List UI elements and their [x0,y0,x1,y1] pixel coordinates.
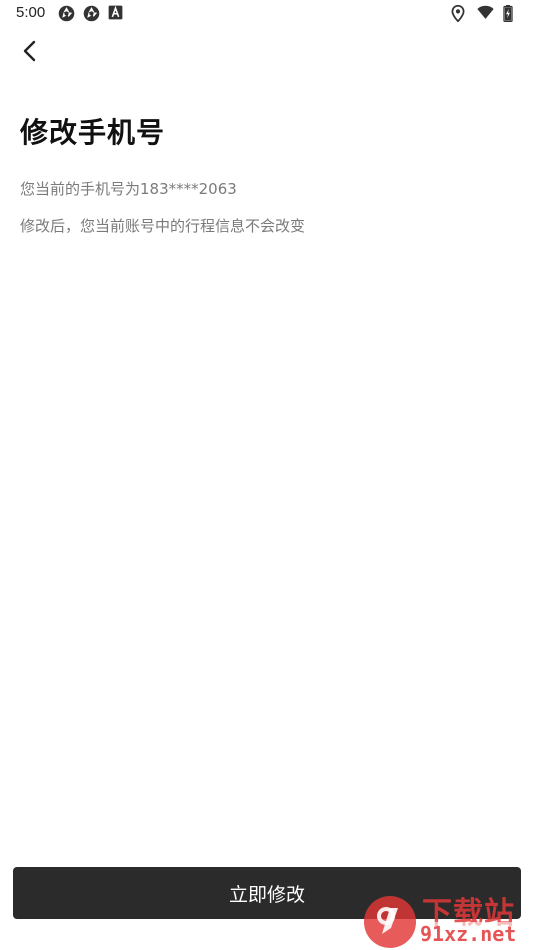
aperture-icon [58,5,75,22]
chevron-left-icon [22,40,36,66]
watermark: 下载站 91xz.net [358,886,534,950]
status-time: 5:00 [16,4,46,21]
font-a-icon [108,5,125,22]
status-bar: 5:00 [0,0,534,28]
screen: 5:00 修改手机号 您当前的手机号为183****2063 修改后，您当前账号… [0,0,534,950]
aperture-icon [83,5,100,22]
back-button[interactable] [14,38,44,68]
battery-charging-icon [503,5,520,23]
page-title: 修改手机号 [20,116,166,149]
watermark-logo-icon [362,894,418,950]
watermark-bottom-text: 91xz.net [420,922,517,946]
wifi-icon [477,5,494,22]
notice-text: 修改后，您当前账号中的行程信息不会改变 [20,217,306,235]
location-icon [451,4,468,23]
status-system-icons [451,4,520,23]
current-phone-text: 您当前的手机号为183****2063 [20,180,237,198]
status-notification-icons [58,5,125,22]
